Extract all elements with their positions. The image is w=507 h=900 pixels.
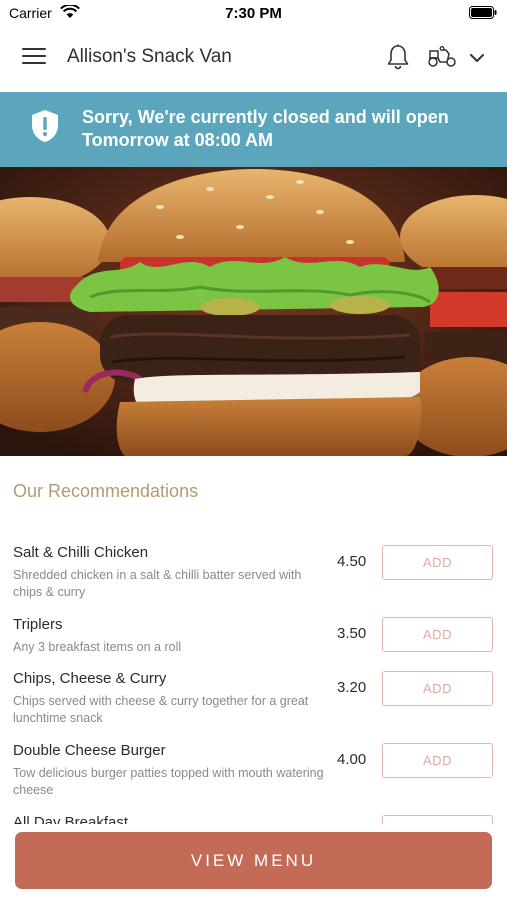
add-to-cart-button[interactable]: ADD xyxy=(382,545,493,580)
shield-alert-icon xyxy=(31,109,59,148)
battery-icon xyxy=(469,6,497,24)
menu-item-description: Chips served with cheese & curry togethe… xyxy=(13,694,309,725)
app-header: Allison's Snack Van xyxy=(0,26,507,92)
menu-item-name: Chips, Cheese & Curry xyxy=(13,670,167,687)
menu-item-description: Tow delicious burger patties topped with… xyxy=(13,766,324,797)
closed-notice-line-1: Sorry, We're currently closed and will o… xyxy=(82,107,449,127)
recommendations-list: Salt & Chilli Chicken Shredded chicken i… xyxy=(0,536,507,824)
closed-notice-banner: Sorry, We're currently closed and will o… xyxy=(0,92,507,167)
menu-item[interactable]: Chips, Cheese & Curry Chips served with … xyxy=(0,662,507,732)
add-to-cart-button[interactable] xyxy=(382,815,493,824)
menu-item-price: 3.20 xyxy=(337,679,367,696)
menu-item-description: Any 3 breakfast items on a roll xyxy=(13,640,182,654)
menu-item[interactable]: Salt & Chilli Chicken Shredded chicken i… xyxy=(0,536,507,606)
menu-item-name: Double Cheese Burger xyxy=(13,742,166,759)
menu-item[interactable]: Double Cheese Burger Tow delicious burge… xyxy=(0,734,507,804)
add-to-cart-button[interactable]: ADD xyxy=(382,743,493,778)
menu-item-name: Triplers xyxy=(13,616,63,633)
add-to-cart-button[interactable]: ADD xyxy=(382,671,493,706)
delivery-scooter-icon[interactable] xyxy=(427,46,457,73)
bell-icon[interactable] xyxy=(386,44,410,75)
menu-item-name: All Day Breakfast xyxy=(13,814,129,824)
closed-notice-text: Sorry, We're currently closed and will o… xyxy=(82,106,502,152)
menu-item-price: 4.00 xyxy=(337,751,367,768)
page-title: Allison's Snack Van xyxy=(67,46,232,67)
menu-item[interactable]: All Day Breakfast xyxy=(0,806,507,824)
status-bar: Carrier 7:30 PM xyxy=(0,0,507,26)
status-time: 7:30 PM xyxy=(225,5,282,22)
menu-item-description: Shredded chicken in a salt & chilli batt… xyxy=(13,568,302,599)
closed-notice-line-2: Tomorrow at 08:00 AM xyxy=(82,130,274,150)
menu-item-name: Salt & Chilli Chicken xyxy=(13,544,149,561)
section-title-recommendations: Our Recommendations xyxy=(13,481,199,501)
view-menu-button[interactable]: VIEW MENU xyxy=(15,832,492,889)
hero-burger-image xyxy=(0,167,507,456)
chevron-down-icon[interactable] xyxy=(469,50,485,68)
menu-item-price: 4.50 xyxy=(337,553,367,570)
add-to-cart-button[interactable]: ADD xyxy=(382,617,493,652)
menu-item-price: 3.50 xyxy=(337,625,367,642)
hamburger-menu-icon[interactable] xyxy=(22,48,46,68)
